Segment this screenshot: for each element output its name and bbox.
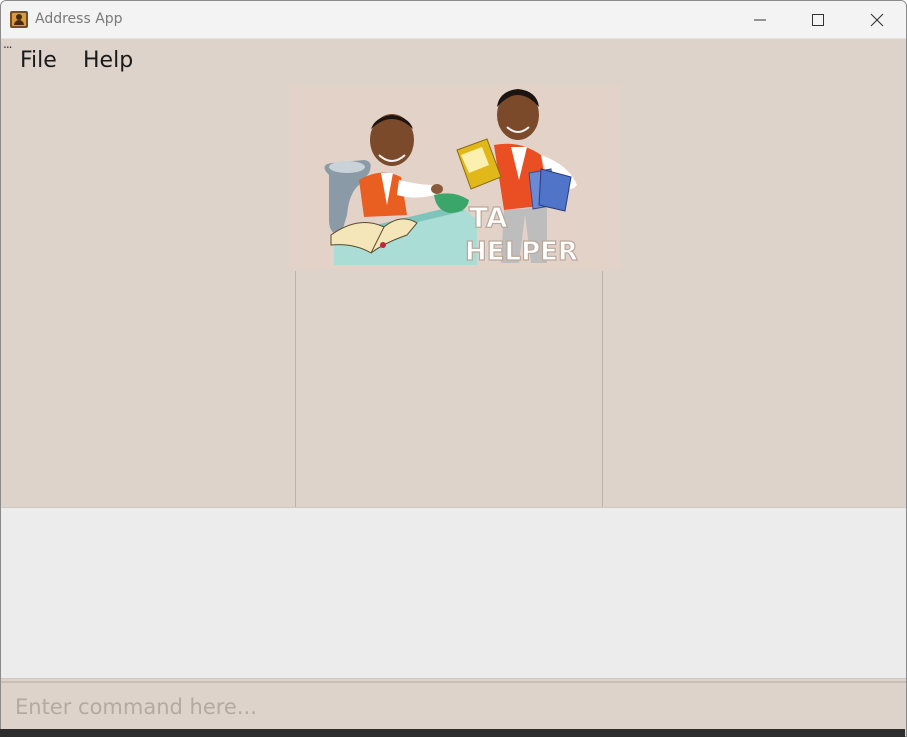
menu-help[interactable]: Help (83, 48, 133, 73)
ta-helper-banner-image: TA HELPER (289, 85, 621, 269)
minimize-button[interactable] (731, 1, 789, 39)
window-title: Address App (35, 11, 123, 27)
panel-divider-right[interactable] (602, 271, 603, 507)
panel-divider-left[interactable] (295, 271, 296, 507)
close-icon (870, 13, 884, 27)
address-book-icon (10, 11, 28, 28)
menu-overflow[interactable]: ... (3, 38, 13, 50)
content-panels (1, 269, 906, 507)
title-bar[interactable]: Address App (1, 1, 906, 39)
minimize-icon (754, 19, 766, 21)
app-window: Address App ... File Help TA HELPER Ente… (0, 0, 907, 737)
taskbar-edge (0, 729, 905, 737)
banner-text-ta: TA (469, 201, 508, 234)
result-display (1, 507, 906, 679)
maximize-button[interactable] (789, 1, 847, 39)
command-input[interactable] (5, 689, 901, 725)
menu-file[interactable]: File (20, 48, 57, 73)
banner-text-helper: HELPER (465, 237, 578, 267)
close-button[interactable] (848, 1, 906, 39)
maximize-icon (812, 14, 824, 26)
command-box (1, 681, 906, 730)
menu-bar: ... File Help (1, 38, 906, 85)
